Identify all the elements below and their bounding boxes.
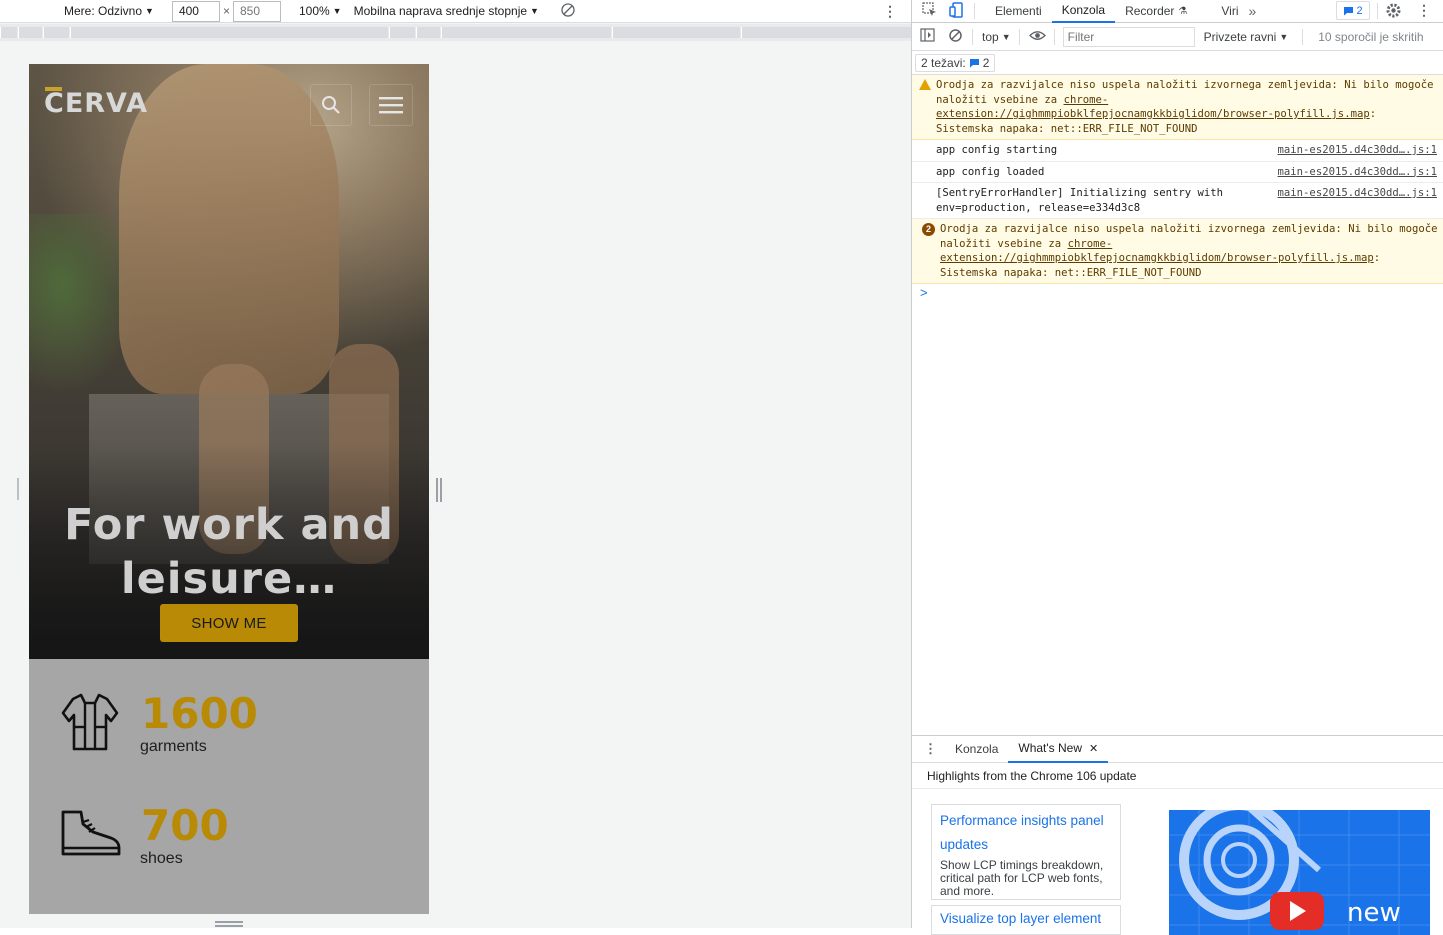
message-icon — [969, 58, 979, 67]
drawer-tab-whats-new[interactable]: What's New ✕ — [1008, 736, 1109, 763]
console-warning[interactable]: Orodja za razvijalce niso uspela naložit… — [912, 75, 1443, 140]
boot-icon — [59, 808, 123, 863]
device-emulation-area: Mere: Odzivno ▼ × 100% ▼ Mobilna naprava… — [0, 0, 911, 928]
caret-down-icon: ▼ — [1001, 31, 1011, 42]
card-description: Show LCP timings breakdown, critical pat… — [940, 858, 1104, 898]
more-tabs-icon[interactable]: » — [1249, 3, 1257, 19]
jacket-icon — [59, 691, 121, 756]
tab-recorder[interactable]: Recorder ⚗ — [1115, 0, 1197, 23]
rotate-icon[interactable] — [561, 2, 575, 20]
video-thumbnail[interactable]: new — [1169, 810, 1430, 935]
resize-handle-right-2[interactable] — [440, 478, 442, 502]
caret-down-icon: ▼ — [332, 6, 342, 16]
height-input[interactable] — [232, 0, 281, 22]
card-title[interactable]: Visualize top layer element — [940, 910, 1112, 928]
console-log: app config loaded main-es2015.d4c30dd….j… — [912, 162, 1443, 183]
stat-label: garments — [140, 738, 207, 755]
warning-icon — [919, 79, 931, 90]
resize-handle-right[interactable] — [436, 478, 438, 502]
throttle-label: Mobilna naprava srednje stopnje — [353, 4, 528, 18]
console-toolbar: top▼ Privzete ravni▼ 10 sporočil je skri… — [912, 23, 1443, 51]
devtools-menu-icon[interactable]: ⋮ — [1417, 2, 1431, 19]
log-levels-dropdown[interactable]: Privzete ravni ▼ — [1204, 30, 1289, 44]
issues-bar: 2 težavi: 2 — [912, 51, 1443, 75]
stat-number: 700 — [141, 801, 229, 850]
source-link[interactable]: main-es2015.d4c30dd….js:1 — [1278, 143, 1437, 158]
clear-console-icon[interactable] — [949, 28, 962, 45]
dimensions-label: Mere: Odzivno — [64, 4, 143, 18]
console-messages: Orodja za razvijalce niso uspela naložit… — [912, 75, 1443, 302]
resize-handle-bottom-2[interactable] — [215, 925, 243, 927]
whats-new-card[interactable]: Visualize top layer element — [931, 905, 1121, 935]
more-options-icon[interactable]: ⋮ — [883, 3, 897, 20]
resize-handle-bottom[interactable] — [215, 921, 243, 923]
caret-down-icon: ▼ — [145, 6, 154, 16]
caret-down-icon: ▼ — [1279, 31, 1289, 42]
hero-title: For work and leisure… — [64, 500, 394, 604]
device-toolbar: Mere: Odzivno ▼ × 100% ▼ Mobilna naprava… — [0, 0, 911, 23]
resize-handle-left[interactable] — [17, 478, 19, 500]
console-filter-input[interactable] — [1062, 26, 1195, 47]
tab-console[interactable]: Konzola — [1051, 0, 1116, 23]
search-icon — [322, 96, 340, 114]
inspect-element-icon[interactable] — [922, 2, 937, 20]
hamburger-icon — [379, 97, 403, 114]
stat-number: 1600 — [141, 689, 258, 738]
source-link[interactable]: main-es2015.d4c30dd….js:1 — [1278, 165, 1437, 180]
drawer-tab-console[interactable]: Konzola — [945, 736, 1008, 763]
stat-garments: 1600 garments — [29, 684, 429, 764]
issues-label: 2 težavi: — [921, 55, 966, 70]
media-query-ruler[interactable] — [0, 24, 911, 41]
site-logo[interactable]: CERVA — [44, 88, 148, 119]
card-title[interactable]: Performance insights panel updates — [940, 809, 1112, 857]
issues-badge-count: 2 — [1356, 4, 1363, 17]
stat-shoes: 700 shoes — [29, 796, 429, 876]
console-warning[interactable]: 2 Orodja za razvijalce niso uspela nalož… — [912, 219, 1443, 284]
console-prompt[interactable]: > — [912, 284, 1443, 302]
caret-down-icon: ▼ — [530, 6, 539, 16]
width-input[interactable] — [171, 0, 220, 22]
live-expression-eye-icon[interactable] — [1028, 30, 1046, 44]
menu-button[interactable] — [369, 84, 413, 126]
device-toggle-icon[interactable] — [949, 1, 964, 21]
issues-chip[interactable]: 2 težavi: 2 — [915, 53, 996, 72]
issues-badge-button[interactable]: 2 — [1336, 1, 1370, 20]
sidebar-toggle-icon[interactable] — [920, 28, 935, 45]
zoom-dropdown[interactable]: 100% ▼ — [299, 4, 342, 18]
repeat-count-badge: 2 — [922, 223, 935, 236]
flask-icon: ⚗ — [1178, 5, 1188, 17]
whats-new-header: Highlights from the Chrome 106 update — [912, 763, 1443, 789]
tab-elements[interactable]: Elementi — [985, 0, 1052, 23]
settings-gear-icon[interactable] — [1385, 2, 1402, 22]
stat-label: shoes — [140, 850, 183, 867]
tab-sources[interactable]: Viri — [1211, 0, 1248, 23]
message-icon — [1344, 6, 1354, 15]
source-link[interactable]: main-es2015.d4c30dd….js:1 — [1278, 186, 1437, 201]
show-me-button[interactable]: SHOW ME — [160, 604, 298, 642]
video-caption: new — [1347, 898, 1401, 928]
times-separator: × — [222, 4, 230, 18]
console-log: [SentryErrorHandler] Initializing sentry… — [912, 183, 1443, 219]
devtools-panel: Elementi Konzola Recorder ⚗ Viri » 2 ⋮ to… — [911, 0, 1443, 935]
hero-section: CERVA For work and leisure… SHOW ME — [29, 64, 429, 659]
emulated-page: CERVA For work and leisure… SHOW ME 1600… — [29, 64, 429, 914]
search-button[interactable] — [310, 84, 352, 126]
hidden-messages-count: 10 sporočil je skritih — [1318, 29, 1424, 44]
throttle-dropdown[interactable]: Mobilna naprava srednje stopnje ▼ — [354, 4, 539, 18]
drawer-menu-icon[interactable]: ⋮ — [924, 741, 937, 757]
devtools-tabbar: Elementi Konzola Recorder ⚗ Viri » 2 ⋮ — [912, 0, 1443, 23]
devtools-drawer: ⋮ Konzola What's New ✕ Highlights from t… — [912, 735, 1443, 935]
whats-new-card[interactable]: Performance insights panel updates Show … — [931, 804, 1121, 900]
context-selector[interactable]: top ▼ — [982, 30, 1011, 44]
drawer-tabbar: ⋮ Konzola What's New ✕ — [912, 736, 1443, 763]
dimensions-dropdown[interactable]: Mere: Odzivno ▼ — [64, 4, 154, 18]
close-icon[interactable]: ✕ — [1089, 742, 1098, 755]
console-log: app config starting main-es2015.d4c30dd…… — [912, 140, 1443, 162]
zoom-label: 100% — [298, 4, 330, 18]
issues-count: 2 — [982, 55, 990, 70]
